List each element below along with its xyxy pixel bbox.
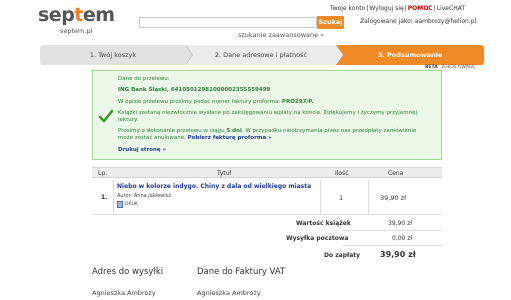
- logout-link[interactable]: Wyloguj się: [369, 5, 403, 12]
- search-button[interactable]: Szukaj: [317, 16, 344, 29]
- shipping-note: Książki zostaną niezwłocznie wysłane po …: [118, 110, 417, 116]
- invoice-number-note: W opisie przelewu prosimy podać numer fa…: [118, 99, 314, 105]
- transfer-heading: Dane do przelewu:: [118, 76, 170, 82]
- checkmark-icon: [99, 109, 113, 123]
- total-label: Do zapłaty: [324, 252, 361, 259]
- col-qty: Ilość: [335, 170, 349, 177]
- print-page-link[interactable]: Drukuj stronę »: [118, 147, 166, 153]
- step-address-payment[interactable]: 2. Dane adresowe i płatność: [186, 45, 336, 65]
- row-lp: 1.: [101, 194, 108, 201]
- top-links: Twoje konto|Wyloguj się|POMOC|LiveCHAT: [330, 5, 466, 12]
- logo-wordmark: septem: [38, 4, 115, 26]
- order-table-header: Lp. Tytuł Ilość Cena: [92, 167, 442, 178]
- bank-account: ING Bank Śląski, 64105012981000002355559…: [118, 87, 271, 93]
- col-title: Tytuł: [217, 170, 232, 177]
- book-price: 39,90 zł: [380, 194, 406, 202]
- total-value: 39,90 zł: [380, 250, 416, 259]
- feedback-link[interactable]: ZGŁOŚ UWAGĘ: [441, 65, 475, 70]
- books-value-label: Wartość książek: [296, 220, 351, 227]
- payment-info-panel: Dane do przelewu: ING Bank Śląski, 64105…: [92, 70, 442, 160]
- shipping-name: Agnieszka Ambroży: [92, 289, 156, 297]
- book-title-link[interactable]: Niebo w kolorze indygo. Chiny z dala od …: [117, 183, 311, 190]
- shipping-value: 0,00 zł: [392, 235, 413, 242]
- books-value: 39,90 zł: [388, 220, 412, 227]
- step-cart[interactable]: 1. Twój koszyk: [40, 45, 186, 65]
- invoice-data-heading: Dane do Faktury VAT: [197, 267, 286, 277]
- download-proforma-link[interactable]: Pobierz fakturę proforma »: [188, 135, 272, 141]
- shipping-note-cont: lektury.: [118, 117, 139, 123]
- step-separator: [336, 45, 343, 65]
- invoice-name: Agnieszka Ambroży: [197, 289, 261, 297]
- help-link[interactable]: POMOC: [408, 5, 433, 12]
- checkout-steps: 1. Twój koszyk 2. Dane adresowe i płatno…: [40, 45, 484, 65]
- septem-logo[interactable]: septem septem.pl: [38, 4, 115, 38]
- column-divider: [113, 180, 114, 215]
- search-input[interactable]: [139, 17, 317, 28]
- cancel-note: może zostać anulowane. Pobierz fakturę p…: [118, 135, 272, 141]
- step-summary: 3. Podsumowanie: [336, 45, 484, 65]
- livechat-link[interactable]: LiveCHAT: [437, 5, 465, 12]
- column-divider: [368, 180, 369, 215]
- advanced-search-link[interactable]: szukanie zaawansowane »: [238, 31, 324, 39]
- print-page: Drukuj stronę »: [118, 147, 166, 153]
- step-separator: [185, 45, 192, 65]
- proforma-number: PRO297/P.: [281, 99, 314, 105]
- deadline-note: Prosimy o dokonanie przelewu w ciągu 5 d…: [118, 128, 417, 134]
- col-lp: Lp.: [98, 170, 108, 177]
- summary-divider: [343, 230, 442, 231]
- logo-subtitle: septem.pl: [60, 27, 93, 35]
- account-link[interactable]: Twoje konto: [330, 5, 365, 12]
- book-quantity: 1: [339, 194, 344, 202]
- book-author: Autor: Anna Jaklewicz: [117, 193, 172, 199]
- col-price: Cena: [388, 170, 404, 177]
- table-row: 1. Niebo w kolorze indygo. Chiny z dala …: [92, 180, 442, 215]
- shipping-label: Wysyłka pocztowa: [286, 235, 349, 242]
- summary-divider: [343, 245, 442, 246]
- book-format-icon: [117, 201, 123, 208]
- shipping-address-heading: Adres do wysyłki: [92, 267, 164, 277]
- book-format: DRUK: [125, 202, 138, 207]
- logged-in-label: Zalogowano jako: aambrozy@helion.pl: [360, 18, 477, 25]
- column-divider: [320, 180, 321, 215]
